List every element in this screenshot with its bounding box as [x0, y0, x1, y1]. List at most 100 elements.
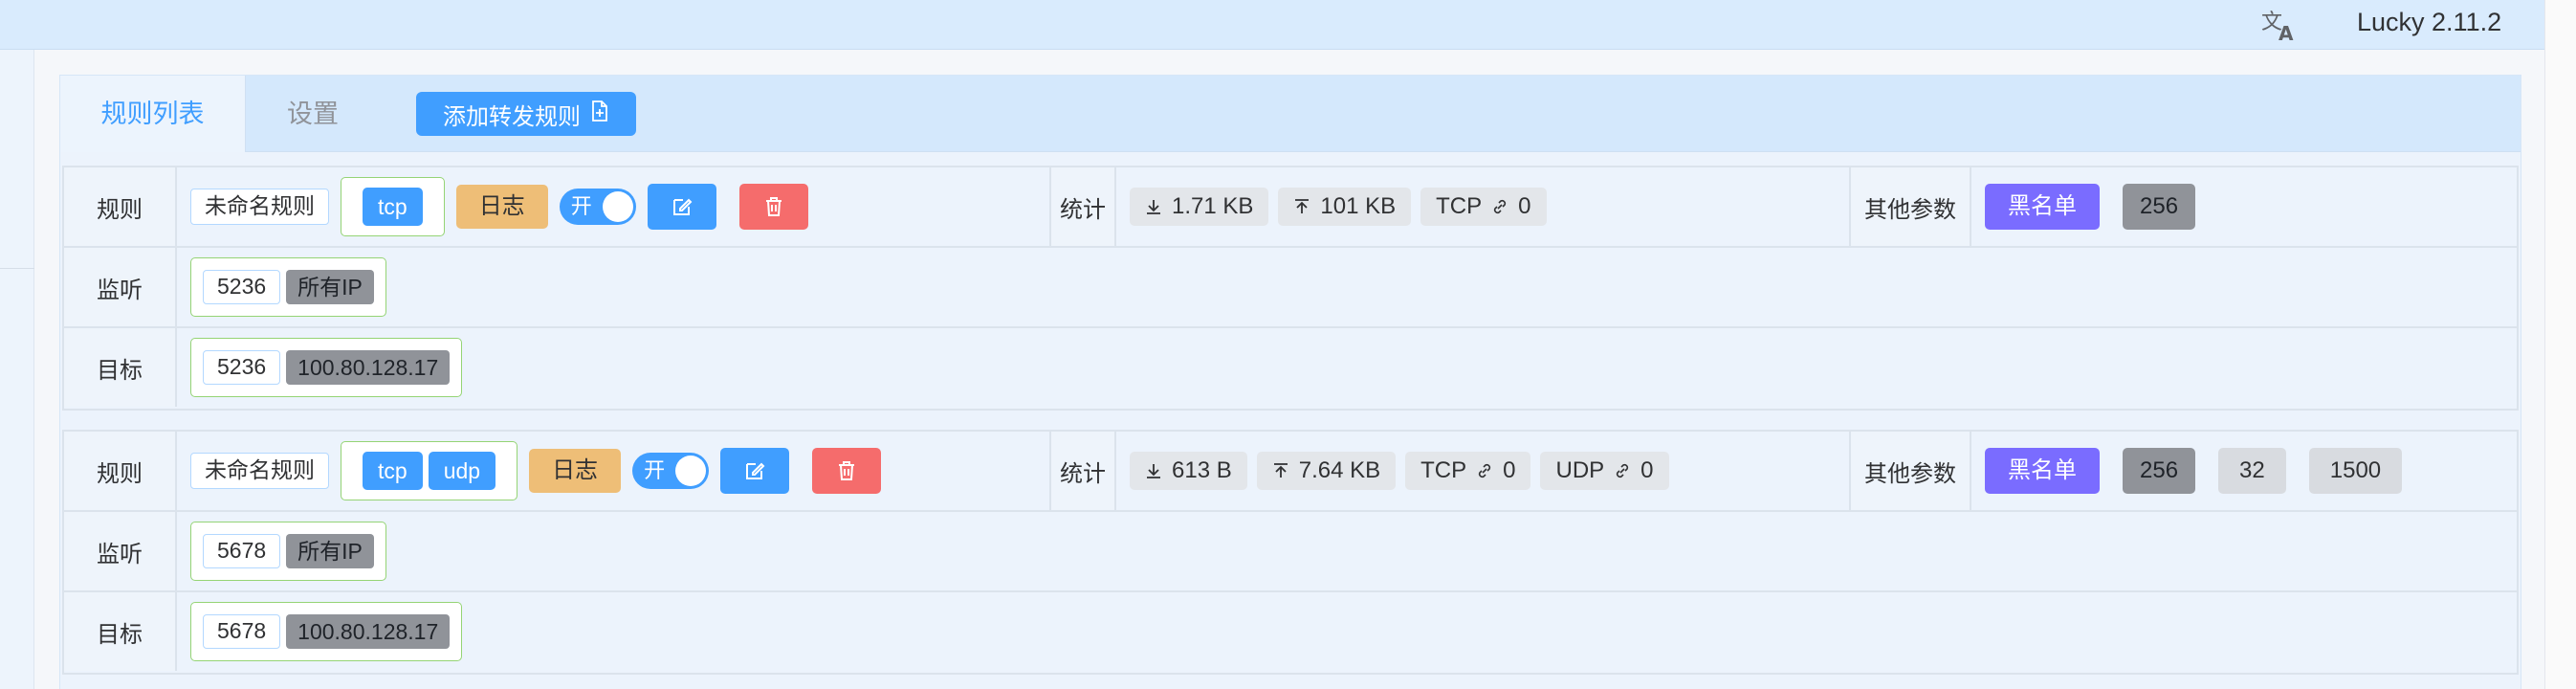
listen-row: 监听 5678 所有IP: [64, 512, 2517, 592]
tcp-connections-count: 0: [1503, 457, 1516, 483]
toggle-label: 开: [644, 458, 666, 482]
listen-ip-tag: 所有IP: [286, 270, 374, 304]
enable-toggle[interactable]: 开: [632, 453, 710, 489]
scrollbar-track[interactable]: [2544, 0, 2576, 689]
log-button[interactable]: 日志: [455, 185, 548, 229]
protocol-tag-tcp: tcp: [363, 188, 423, 226]
add-forward-rule-button[interactable]: 添加转发规则: [416, 92, 636, 136]
sidebar-divider: [0, 268, 34, 269]
udp-connections-stat: UDP 0: [1540, 452, 1669, 490]
blacklist-button[interactable]: 黑名单: [1985, 448, 2100, 494]
toggle-knob: [675, 456, 707, 486]
tab-settings[interactable]: 设置: [246, 76, 380, 152]
listen-label: 监听: [64, 512, 177, 590]
upload-value: 101 KB: [1320, 193, 1397, 219]
rule-card-1: 规则 未命名规则 tcp 日志 开 统计 1.71 KB 101 KB TCP …: [62, 166, 2519, 411]
rule-card-2: 规则 未命名规则 tcp udp 日志 开 统计 613 B 7.64 KB T…: [62, 430, 2519, 675]
rule-label: 规则: [64, 167, 177, 246]
svg-text:A: A: [2279, 22, 2294, 44]
target-ip-tag: 100.80.128.17: [286, 614, 451, 649]
translate-icon[interactable]: 文 A: [2259, 6, 2300, 45]
tab-rule-list[interactable]: 规则列表: [60, 76, 246, 152]
delete-button[interactable]: [738, 184, 808, 230]
add-document-icon: [590, 100, 609, 128]
param-value: 256: [2123, 448, 2196, 494]
upload-value: 7.64 KB: [1298, 457, 1381, 483]
stats-label: 统计: [1049, 167, 1116, 246]
download-icon: [1147, 200, 1160, 214]
download-icon: [1147, 464, 1160, 478]
blacklist-button[interactable]: 黑名单: [1985, 184, 2100, 230]
listen-port-field[interactable]: 5236: [203, 270, 281, 304]
listen-ip-tag: 所有IP: [286, 534, 374, 568]
trash-icon: [839, 461, 855, 480]
protocol-group: tcp: [341, 177, 445, 236]
tcp-label: TCP: [1436, 193, 1483, 219]
listen-controls: 5678 所有IP: [177, 512, 386, 590]
trash-icon: [765, 197, 782, 216]
other-params-group: 黑名单 256: [1971, 167, 2196, 246]
listen-port-field[interactable]: 5678: [203, 534, 281, 568]
rule-controls: 未命名规则 tcp 日志 开: [177, 167, 1107, 246]
target-row: 目标 5236 100.80.128.17: [64, 328, 2517, 409]
protocol-group: tcp udp: [341, 441, 518, 500]
delete-button[interactable]: [812, 448, 882, 494]
sidebar-collapsed: [0, 50, 34, 689]
stats-group: 1.71 KB 101 KB TCP 0: [1116, 167, 1547, 246]
app-version: Lucky 2.11.2: [2357, 8, 2502, 36]
protocol-tag-udp: udp: [428, 452, 496, 490]
stats-group: 613 B 7.64 KB TCP 0 UDP 0: [1116, 432, 1669, 510]
edit-icon: [746, 462, 765, 479]
link-icon: [1479, 463, 1491, 478]
upload-icon: [1295, 199, 1310, 213]
listen-label: 监听: [64, 248, 177, 326]
upload-stat: 7.64 KB: [1256, 452, 1397, 490]
target-port-field[interactable]: 5236: [203, 350, 281, 385]
download-stat: 1.71 KB: [1130, 188, 1269, 226]
rule-row: 规则 未命名规则 tcp udp 日志 开 统计 613 B 7.64 KB T…: [64, 432, 2517, 512]
listen-row: 监听 5236 所有IP: [64, 248, 2517, 328]
toggle-knob: [602, 191, 633, 222]
target-controls: 5236 100.80.128.17: [177, 328, 463, 407]
download-stat: 613 B: [1130, 452, 1247, 490]
link-icon: [1494, 199, 1507, 214]
edit-icon: [672, 198, 693, 215]
udp-connections-count: 0: [1640, 457, 1654, 483]
listen-address-group: 5678 所有IP: [190, 522, 386, 581]
other-params-group: 黑名单 256 32 1500: [1971, 432, 2403, 510]
tcp-connections-count: 0: [1518, 193, 1531, 219]
top-header: 文 A Lucky 2.11.2: [0, 0, 2544, 50]
tcp-connections-stat: TCP 0: [1405, 452, 1531, 490]
target-label: 目标: [64, 592, 177, 671]
edit-button[interactable]: [720, 448, 790, 494]
udp-label: UDP: [1555, 457, 1605, 483]
target-port-field[interactable]: 5678: [203, 614, 281, 649]
download-value: 613 B: [1172, 457, 1232, 483]
edit-button[interactable]: [647, 184, 716, 230]
enable-toggle[interactable]: 开: [559, 189, 636, 225]
rule-label: 规则: [64, 432, 177, 510]
stats-label: 统计: [1049, 432, 1116, 510]
listen-address-group: 5236 所有IP: [190, 257, 386, 317]
protocol-tag-tcp: tcp: [363, 452, 423, 490]
download-value: 1.71 KB: [1172, 193, 1254, 219]
other-params-label: 其他参数: [1849, 167, 1971, 246]
target-ip-tag: 100.80.128.17: [286, 350, 451, 385]
other-params-label: 其他参数: [1849, 432, 1971, 510]
rules-panel: 规则列表 设置 添加转发规则 规则 未命名规则 tcp 日志 开 统计 1.71…: [59, 75, 2521, 689]
log-button[interactable]: 日志: [529, 449, 622, 493]
listen-controls: 5236 所有IP: [177, 248, 386, 326]
param-value: 256: [2123, 184, 2196, 230]
toggle-label: 开: [570, 194, 592, 218]
rule-name-field[interactable]: 未命名规则: [190, 189, 329, 225]
target-row: 目标 5678 100.80.128.17: [64, 592, 2517, 673]
add-forward-rule-label: 添加转发规则: [443, 103, 581, 130]
tcp-label: TCP: [1420, 457, 1467, 483]
target-controls: 5678 100.80.128.17: [177, 592, 463, 671]
param-value: 1500: [2308, 448, 2403, 494]
rule-controls: 未命名规则 tcp udp 日志 开: [177, 432, 1107, 510]
rule-name-field[interactable]: 未命名规则: [190, 453, 329, 489]
link-icon: [1617, 463, 1629, 478]
param-value: 32: [2218, 448, 2286, 494]
target-label: 目标: [64, 328, 177, 407]
